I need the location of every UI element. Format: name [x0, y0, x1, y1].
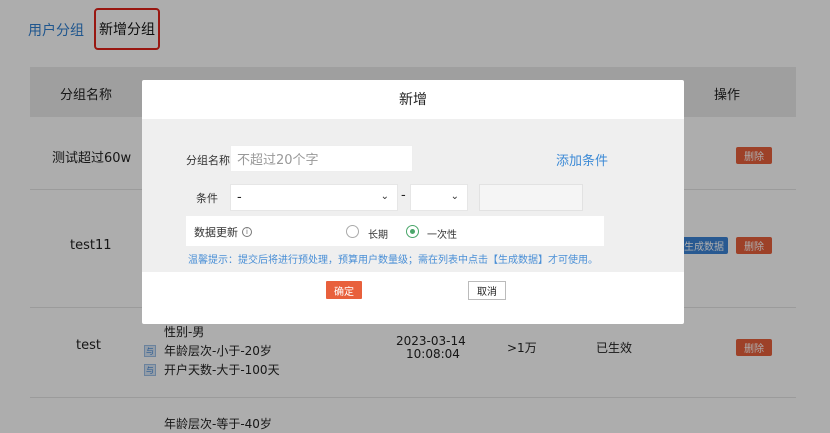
info-icon[interactable]: i	[242, 227, 252, 237]
confirm-button[interactable]: 确定	[326, 281, 362, 299]
hint-text: 温馨提示：提交后将进行预处理，预算用户数量级；需在列表中点击【生成数据】才可使用…	[188, 255, 598, 266]
condition-operator-select[interactable]: ⌄	[410, 184, 468, 211]
condition-value-input[interactable]	[479, 184, 583, 211]
radio-long-term-label: 长期	[368, 230, 388, 241]
condition-field-select[interactable]: - ⌄	[230, 184, 398, 211]
radio-one-time[interactable]	[406, 225, 419, 238]
group-name-input[interactable]: 不超过20个字	[230, 145, 413, 172]
condition-dash: -	[401, 188, 406, 203]
condition-label: 条件	[196, 192, 218, 205]
cancel-button[interactable]: 取消	[468, 281, 506, 300]
select-value: -	[237, 190, 242, 205]
radio-long-term[interactable]	[346, 225, 359, 238]
data-update-label: 数据更新 i	[194, 224, 252, 240]
chevron-down-icon: ⌄	[380, 191, 389, 202]
add-group-modal: 新增 分组名称 不超过20个字 添加条件 条件 - ⌄ - ⌄ 数据更新 i 长…	[142, 80, 684, 324]
modal-title: 新增	[399, 92, 427, 108]
data-update-text: 数据更新	[194, 226, 238, 239]
chevron-down-icon: ⌄	[450, 191, 459, 202]
radio-one-time-label: 一次性	[427, 230, 457, 241]
data-update-row: 数据更新 i 长期 一次性	[186, 216, 604, 246]
add-condition-link[interactable]: 添加条件	[556, 150, 608, 169]
group-name-label: 分组名称	[186, 154, 230, 167]
modal-body: 分组名称 不超过20个字 添加条件 条件 - ⌄ - ⌄ 数据更新 i 长期 一…	[142, 119, 684, 272]
